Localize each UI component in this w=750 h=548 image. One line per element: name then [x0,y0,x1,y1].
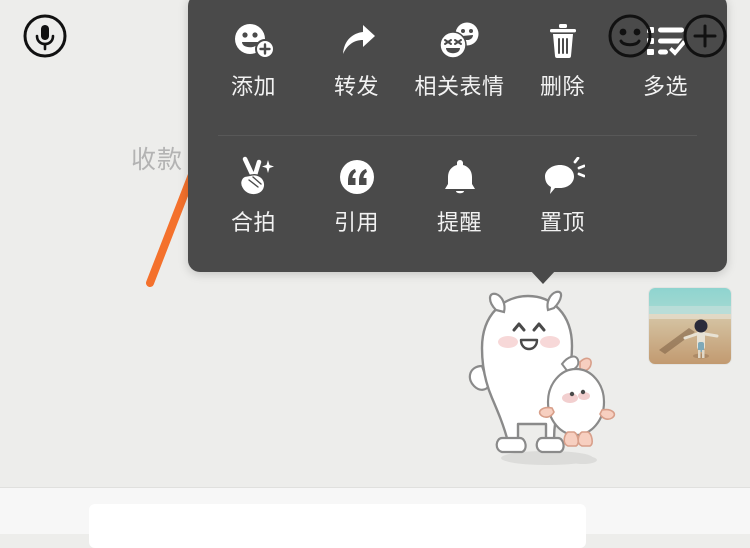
menu-item-label: 删除 [539,74,585,99]
chat-surface: 收款 添加 转发 相关表情 删除 多选 合拍 引用 提醒 置顶 [0,0,750,548]
menu-item-delete[interactable]: 删除 [511,20,614,100]
trash-icon [540,20,586,62]
menu-item-add[interactable]: 添加 [202,20,305,100]
forward-arrow-icon [334,20,380,62]
context-menu-row-2: 合拍 引用 提醒 置顶 [188,156,727,256]
double-smiley-icon [437,20,483,62]
menu-item-label: 相关表情 [414,74,505,99]
menu-item-label: 置顶 [539,210,585,235]
bell-icon [437,156,483,198]
plus-circle-icon[interactable] [682,13,728,59]
menu-item-label: 提醒 [436,210,482,235]
menu-item-label: 添加 [230,74,276,99]
menu-item-forward[interactable]: 转发 [305,20,408,100]
menu-item-related-emoji[interactable]: 相关表情 [408,20,511,100]
photo-thumbnail[interactable] [649,288,731,364]
sticker-message-bubble[interactable] [452,282,628,478]
menu-item-pin-top[interactable]: 置顶 [511,156,614,236]
context-menu-tail [530,270,556,285]
menu-item-label: 多选 [642,74,688,99]
menu-item-label: 转发 [333,74,379,99]
menu-item-quote[interactable]: 引用 [305,156,408,236]
receipt-label: 收款 [131,146,184,174]
voice-record-icon[interactable] [22,13,68,59]
menu-item-label: 合拍 [230,210,276,235]
menu-item-remind[interactable]: 提醒 [408,156,511,236]
menu-item-label: 引用 [333,210,379,235]
speech-bubble-pin-icon [540,156,586,198]
menu-item-duet[interactable]: 合拍 [202,156,305,236]
quote-mark-icon [334,156,380,198]
victory-hand-sparkle-icon [231,156,277,198]
emoji-face-icon[interactable] [607,13,653,59]
message-text-input[interactable] [89,504,586,548]
context-menu-divider [218,135,697,136]
smiley-plus-icon [231,20,277,62]
